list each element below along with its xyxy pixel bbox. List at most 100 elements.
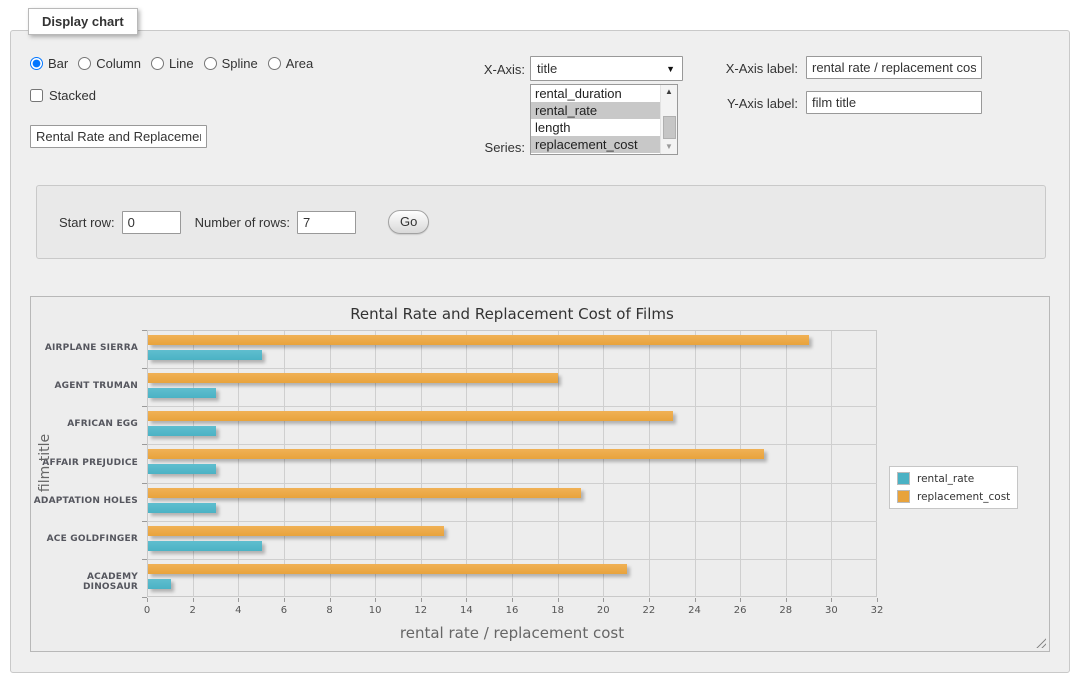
bar-rental_rate xyxy=(148,350,262,360)
x-tick-label: 2 xyxy=(178,605,208,616)
series-scrollbar[interactable]: ▲ ▼ xyxy=(660,85,677,154)
chart-type-option-area[interactable]: Area xyxy=(268,56,313,71)
number-of-rows-input[interactable] xyxy=(297,211,356,234)
y-axis-label-input[interactable] xyxy=(806,91,982,114)
line-radio-label: Line xyxy=(169,56,194,71)
area-radio[interactable] xyxy=(268,57,281,70)
x-tick-label: 30 xyxy=(816,605,846,616)
x-tick-label: 26 xyxy=(725,605,755,616)
bar-rental_rate xyxy=(148,426,216,436)
x-axis-tick xyxy=(238,598,239,602)
x-tick-label: 8 xyxy=(315,605,345,616)
column-radio-label: Column xyxy=(96,56,141,71)
x-axis-label-caption: X-Axis label: xyxy=(700,61,798,76)
x-axis-tick xyxy=(284,598,285,602)
bar-replacement_cost xyxy=(148,526,444,536)
series-option-length[interactable]: length xyxy=(531,119,660,136)
chart-type-option-spline[interactable]: Spline xyxy=(204,56,258,71)
series-options: rental_durationrental_ratelengthreplacem… xyxy=(531,85,677,153)
chart-type-radio-group: Bar Column Line Spline Area xyxy=(30,56,323,71)
x-axis-title: rental rate / replacement cost xyxy=(147,624,877,642)
x-axis-tick xyxy=(831,598,832,602)
stacked-checkbox-label: Stacked xyxy=(49,88,96,103)
y-axis-tick xyxy=(142,597,147,598)
chart-type-option-line[interactable]: Line xyxy=(151,56,194,71)
go-button[interactable]: Go xyxy=(388,210,429,234)
bar-rental_rate xyxy=(148,541,262,551)
bar-rental_rate xyxy=(148,388,216,398)
x-axis-tick xyxy=(695,598,696,602)
scroll-down-icon[interactable]: ▼ xyxy=(661,140,677,154)
y-axis-tick xyxy=(142,406,147,407)
x-tick-label: 20 xyxy=(588,605,618,616)
gridline xyxy=(786,331,787,597)
gridline xyxy=(148,444,877,445)
y-axis-tick xyxy=(142,330,147,331)
stacked-option[interactable]: Stacked xyxy=(30,88,96,103)
gridline xyxy=(148,559,877,560)
area-radio-label: Area xyxy=(286,56,313,71)
gridline xyxy=(831,331,832,597)
y-axis-tick xyxy=(142,444,147,445)
y-axis-tick xyxy=(142,368,147,369)
chart-type-option-bar[interactable]: Bar xyxy=(30,56,68,71)
gridline xyxy=(649,331,650,597)
gridline xyxy=(603,331,604,597)
series-listbox[interactable]: rental_durationrental_ratelengthreplacem… xyxy=(530,84,678,155)
start-row-label: Start row: xyxy=(59,215,115,230)
x-tick-label: 6 xyxy=(269,605,299,616)
bar-radio[interactable] xyxy=(30,57,43,70)
bar-replacement_cost xyxy=(148,373,558,383)
legend-entry-replacement_cost: replacement_cost xyxy=(897,490,1010,503)
stacked-checkbox[interactable] xyxy=(30,89,43,102)
x-tick-label: 10 xyxy=(360,605,390,616)
scrollbar-thumb[interactable] xyxy=(663,116,676,139)
chart-type-option-column[interactable]: Column xyxy=(78,56,141,71)
x-tick-label: 22 xyxy=(634,605,664,616)
chart-legend: rental_rate replacement_cost xyxy=(889,466,1018,509)
number-of-rows-label: Number of rows: xyxy=(195,215,290,230)
x-axis-tick xyxy=(147,598,148,602)
gridline xyxy=(284,331,285,597)
gridline xyxy=(148,521,877,522)
x-tick-label: 32 xyxy=(862,605,892,616)
display-chart-legend: Display chart xyxy=(28,8,138,35)
x-axis-tick xyxy=(193,598,194,602)
chart-title-input[interactable] xyxy=(30,125,207,148)
bar-replacement_cost xyxy=(148,335,809,345)
x-axis-tick xyxy=(466,598,467,602)
series-option-rental_duration[interactable]: rental_duration xyxy=(531,85,660,102)
bar-rental_rate xyxy=(148,503,216,513)
rows-panel: Start row: Number of rows: Go xyxy=(36,185,1046,259)
x-axis-tick xyxy=(375,598,376,602)
spline-radio[interactable] xyxy=(204,57,217,70)
x-axis-label-input[interactable] xyxy=(806,56,982,79)
gridline xyxy=(148,483,877,484)
column-radio[interactable] xyxy=(78,57,91,70)
line-radio[interactable] xyxy=(151,57,164,70)
y-axis-title: film title xyxy=(37,418,53,508)
bar-replacement_cost xyxy=(148,564,627,574)
gridline xyxy=(740,331,741,597)
x-axis-tick xyxy=(558,598,559,602)
gridline xyxy=(330,331,331,597)
gridline xyxy=(695,331,696,597)
x-tick-label: 16 xyxy=(497,605,527,616)
x-tick-label: 24 xyxy=(680,605,710,616)
chevron-down-icon: ▼ xyxy=(666,64,675,74)
series-option-replacement_cost[interactable]: replacement_cost xyxy=(531,136,660,153)
start-row-input[interactable] xyxy=(122,211,181,234)
resize-handle-icon[interactable] xyxy=(1034,636,1046,648)
legend-entry-rental_rate: rental_rate xyxy=(897,472,1010,485)
y-axis-tick xyxy=(142,521,147,522)
gridline xyxy=(375,331,376,597)
series-option-rental_rate[interactable]: rental_rate xyxy=(531,102,660,119)
x-axis-tick xyxy=(603,598,604,602)
x-axis-select[interactable]: title ▼ xyxy=(530,56,683,81)
gridline xyxy=(421,331,422,597)
scroll-up-icon[interactable]: ▲ xyxy=(661,85,677,99)
legend-label: rental_rate xyxy=(917,473,974,485)
bar-radio-label: Bar xyxy=(48,56,68,71)
x-tick-label: 0 xyxy=(132,605,162,616)
bar-replacement_cost xyxy=(148,411,673,421)
